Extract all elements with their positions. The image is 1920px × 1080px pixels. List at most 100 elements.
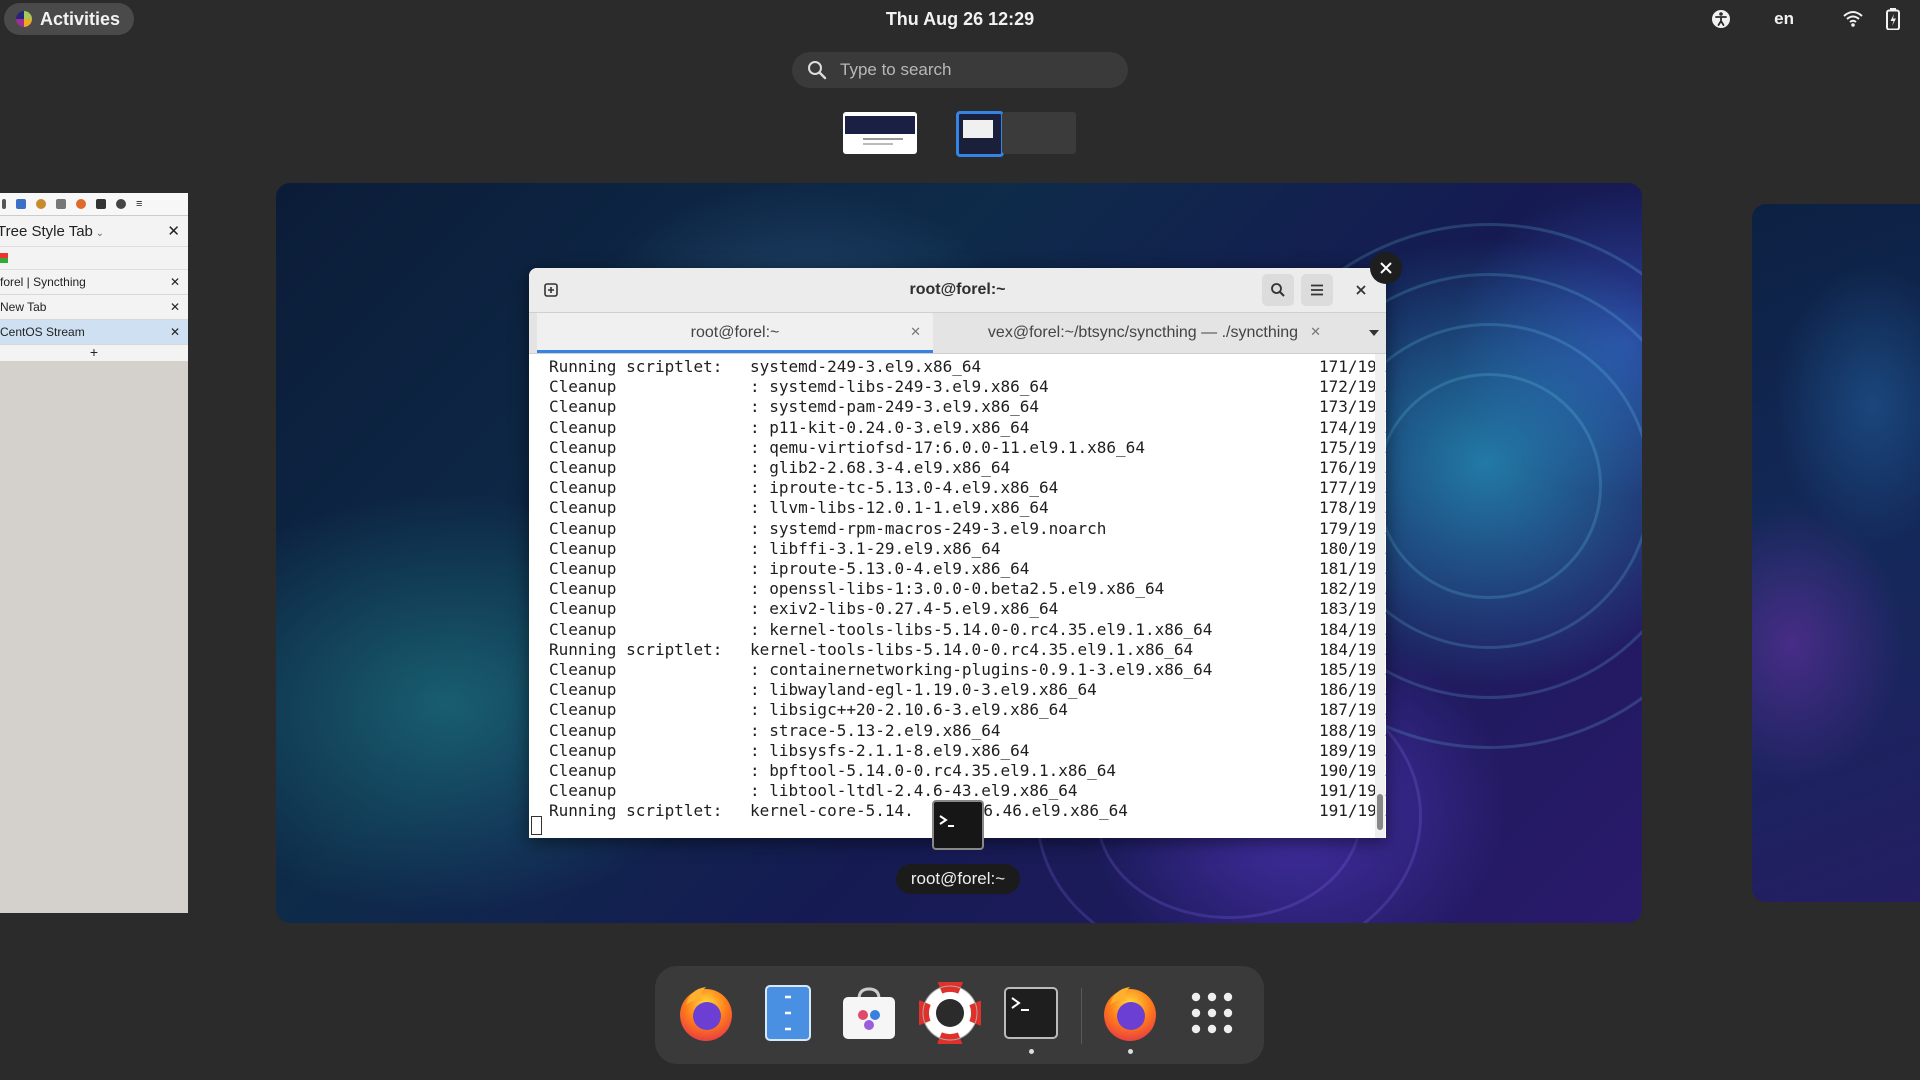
package-name: kernel-tools-libs-5.14.0-0.rc4.35.el9.1.… — [750, 639, 1194, 659]
operation-label: Running scriptlet: — [549, 357, 723, 376]
tree-tab[interactable]: CentOS Stream ✕ — [0, 320, 188, 345]
terminal-line: Cleanup: llvm-libs-12.0.1-1.el9.x86_64 17… — [549, 498, 1386, 518]
package-name: : glib2-2.68.3-4.el9.x86_64 — [750, 458, 1011, 477]
tree-tab[interactable]: forel | Syncthing ✕ — [0, 270, 188, 295]
extension-icon[interactable] — [16, 199, 26, 209]
operation-label: Cleanup — [549, 417, 617, 437]
terminal-line: Cleanup: strace-5.13-2.el9.x86_64 188/191 — [549, 721, 1386, 741]
terminal-line: Cleanup: exiv2-libs-0.27.4-5.el9.x86_64 1… — [549, 599, 1386, 619]
dock-software[interactable] — [836, 980, 902, 1046]
favicon[interactable] — [0, 253, 8, 263]
close-button[interactable] — [1345, 274, 1377, 306]
tab-close-icon[interactable]: ✕ — [170, 300, 180, 314]
top-bar: Activities Thu Aug 26 12:29 en — [0, 0, 1920, 38]
terminal-line: Cleanup: libtool-ltdl-2.4.6-43.el9.x86_6… — [549, 781, 1386, 801]
library-icon[interactable] — [56, 199, 66, 209]
running-indicator — [1128, 1049, 1133, 1054]
terminal-window[interactable]: root@forel:~ root@forel:~ ✕ vex@forel:~/… — [529, 268, 1386, 838]
close-window-button[interactable] — [1370, 252, 1402, 284]
operation-label: Cleanup — [549, 377, 617, 397]
workspace-thumbnail-2[interactable] — [956, 111, 1004, 157]
extension-icon[interactable] — [96, 199, 106, 209]
operation-label: Cleanup — [549, 518, 617, 538]
toolbar-icon[interactable] — [2, 199, 6, 209]
menu-icon[interactable]: ≡ — [136, 199, 146, 210]
battery-icon[interactable] — [1882, 8, 1904, 30]
clock[interactable]: Thu Aug 26 12:29 — [0, 9, 1920, 30]
package-name: systemd-249-3.el9.x86_64 — [750, 357, 982, 376]
firefox-icon — [1104, 987, 1156, 1041]
tab-close-icon[interactable]: ✕ — [1310, 324, 1321, 340]
terminal-line: Cleanup : qemu-virtiofsd-17:6.0.0-11.el9.… — [549, 437, 1386, 458]
terminal-line: Cleanup : systemd-rpm-macros-249-3.el9.no… — [549, 518, 1386, 539]
package-name: : p11-kit-0.24.0-3.el9.x86_64 — [750, 417, 1030, 437]
operation-label: Cleanup — [549, 579, 617, 599]
operation-label: Cleanup — [549, 538, 617, 558]
sidebar-header: Tree Style Tab ⌄ ✕ — [0, 216, 188, 247]
terminal-line: Cleanup: p11-kit-0.24.0-3.el9.x86_64 174/… — [549, 417, 1386, 438]
firefox-window-peek[interactable]: ≡ Tree Style Tab ⌄ ✕ forel | Syncthing ✕… — [0, 193, 188, 913]
extension-icon[interactable] — [116, 199, 126, 209]
menu-button[interactable] — [1301, 274, 1333, 306]
terminal-line: Cleanup: libsigc++20-2.10.6-3.el9.x86_64… — [549, 700, 1386, 720]
wifi-icon[interactable] — [1842, 8, 1864, 30]
files-icon — [765, 985, 811, 1041]
system-tray[interactable]: en — [1710, 6, 1904, 32]
tab-close-icon[interactable]: ✕ — [170, 325, 180, 339]
terminal-line: Cleanup: libsysfs-2.1.1-8.el9.x86_64 189/… — [549, 740, 1386, 761]
terminal-tab-syncthing[interactable]: vex@forel:~/btsync/syncthing — ./syncthi… — [933, 313, 1333, 353]
operation-label: Cleanup — [549, 437, 617, 457]
workspace-peek-right[interactable] — [1752, 204, 1920, 902]
terminal-scrollbar[interactable] — [1375, 354, 1385, 838]
terminal-line: Cleanup: kernel-tools-libs-5.14.0-0.rc4.… — [549, 619, 1386, 640]
language-indicator[interactable]: en — [1774, 9, 1794, 29]
terminal-tab-root[interactable]: root@forel:~ ✕ — [537, 313, 933, 353]
extension-icon[interactable] — [76, 199, 86, 209]
close-sidebar-icon[interactable]: ✕ — [167, 222, 180, 240]
terminal-line: Cleanup: containernetworking-plugins-0.9… — [549, 660, 1386, 680]
dock-files[interactable] — [755, 980, 821, 1046]
operation-label: Running scriptlet: — [549, 801, 723, 821]
package-name: : libwayland-egl-1.19.0-3.el9.x86_64 — [750, 680, 1097, 700]
search-button[interactable] — [1262, 274, 1294, 306]
dock-firefox[interactable] — [673, 980, 739, 1046]
dock-firefox-running[interactable] — [1097, 980, 1163, 1054]
package-name: : iproute-tc-5.13.0-4.el9.x86_64 — [750, 478, 1059, 498]
dock-help[interactable] — [917, 980, 983, 1046]
terminal-output[interactable]: Running scriptlet: systemd-249-3.el9.x86_… — [529, 354, 1386, 838]
workspace-thumbnail-1[interactable] — [843, 112, 917, 154]
accessibility-icon[interactable] — [1710, 8, 1732, 30]
package-name: : kernel-tools-libs-5.14.0-0.rc4.35.el9.… — [750, 619, 1213, 639]
terminal-icon — [1004, 987, 1058, 1039]
operation-label: Cleanup — [549, 761, 617, 780]
dock-app-grid[interactable] — [1179, 980, 1245, 1046]
terminal-line: Cleanup: libffi-3.1-29.el9.x86_64 180/191 — [549, 538, 1386, 559]
window-title: root@forel:~ — [909, 281, 1006, 298]
overview-search[interactable] — [792, 52, 1128, 88]
operation-label: Cleanup — [549, 458, 617, 477]
tab-close-icon[interactable]: ✕ — [910, 324, 921, 340]
package-name: : libsysfs-2.1.1-8.el9.x86_64 — [750, 740, 1030, 760]
terminal-line: Cleanup: openssl-libs-1:3.0.0-0.beta2.5.… — [549, 579, 1386, 599]
running-indicator — [1029, 1049, 1034, 1054]
chevron-down-icon — [1369, 330, 1379, 336]
dash — [655, 966, 1264, 1064]
extension-icon[interactable] — [36, 199, 46, 209]
workspace-thumbnail-3[interactable] — [1002, 112, 1076, 154]
scrollbar-thumb[interactable] — [1377, 794, 1383, 830]
package-name: : qemu-virtiofsd-17:6.0.0-11.el9.1.x86_6… — [750, 437, 1145, 457]
tree-tab[interactable]: New Tab ✕ — [0, 295, 188, 320]
tab-close-icon[interactable]: ✕ — [170, 275, 180, 289]
hamburger-icon — [1311, 284, 1323, 296]
search-input[interactable] — [838, 59, 1102, 81]
chevron-down-icon[interactable]: ⌄ — [93, 228, 104, 239]
new-tab-button[interactable]: + — [0, 345, 188, 361]
package-name: : bpftool-5.14.0-0.rc4.35.el9.1.x86_64 — [750, 761, 1117, 780]
sidebar-title[interactable]: Tree Style Tab — [0, 223, 93, 240]
tab-label: New Tab — [0, 300, 47, 314]
package-name: : systemd-libs-249-3.el9.x86_64 — [750, 377, 1049, 397]
tab-list-dropdown[interactable] — [1368, 325, 1380, 343]
package-name: : systemd-rpm-macros-249-3.el9.noarch — [750, 518, 1107, 538]
help-icon — [919, 982, 981, 1044]
dock-terminal[interactable] — [998, 980, 1064, 1054]
